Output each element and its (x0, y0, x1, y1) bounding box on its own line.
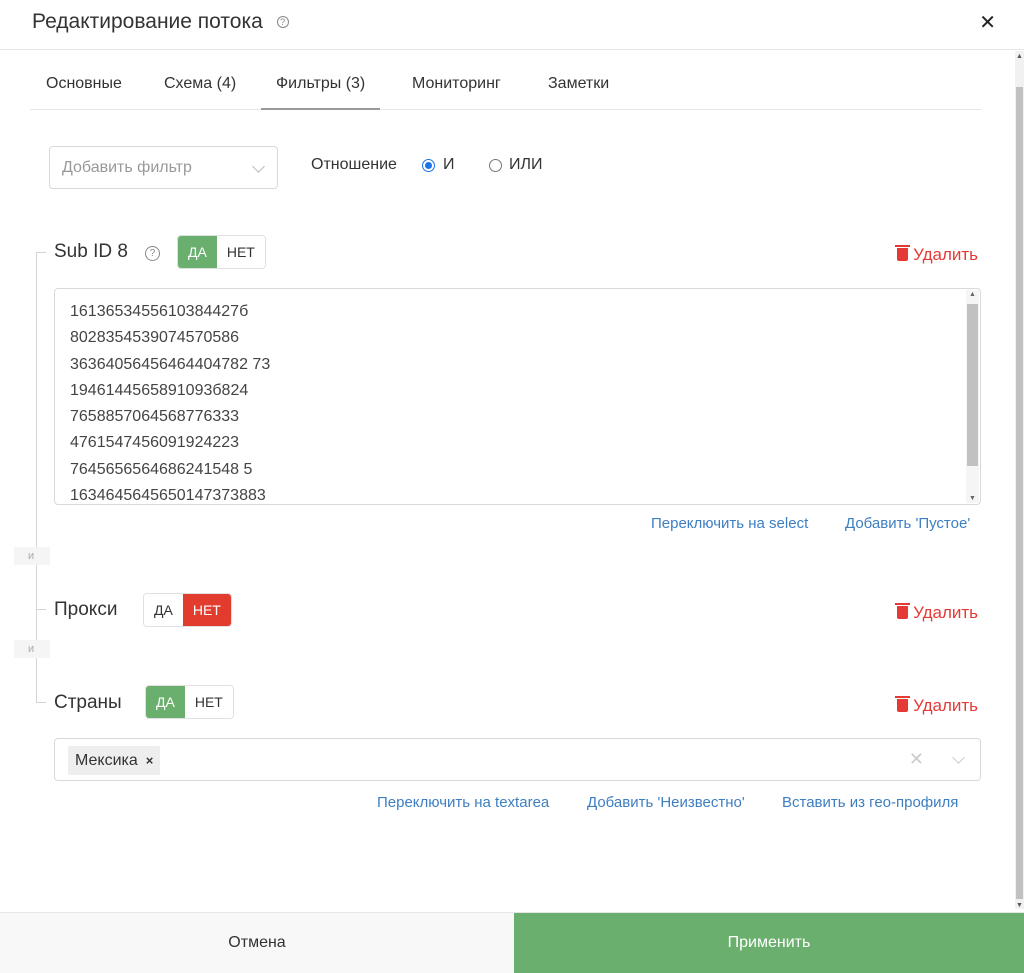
subid8-value: 7645656564686241548 5 (70, 460, 253, 478)
tab-scheme[interactable]: Схема (4) (149, 62, 251, 110)
tab-monitoring[interactable]: Мониторинг (397, 62, 516, 110)
subid8-value: 1613653455610384427б (70, 303, 249, 320)
and-connector-label: и (14, 547, 50, 565)
page-scrollbar-thumb[interactable] (1016, 87, 1023, 899)
modal-title-text: Редактирование потока (32, 10, 263, 33)
subid8-no-button[interactable]: НЕТ (216, 236, 265, 268)
countries-delete-button[interactable]: Удалить (895, 696, 978, 716)
relation-radio-and-label[interactable]: И (443, 156, 455, 174)
tab-bar: Основные Схема (4) Фильтры (3) Мониторин… (30, 62, 981, 110)
apply-button[interactable]: Применить (514, 913, 1024, 973)
subid8-values-textarea[interactable]: 1613653455610384427б 8028354539074570586… (54, 288, 981, 505)
cancel-button[interactable]: Отмена (0, 913, 514, 973)
modal-footer: Отмена Применить (0, 912, 1024, 973)
modal-title: Редактирование потока ? (32, 10, 289, 34)
subid8-value: 1634645645650147373883 (70, 487, 266, 505)
tab-filters[interactable]: Фильтры (3) (261, 62, 381, 110)
proxy-yes-button[interactable]: ДА (144, 594, 183, 626)
trash-icon (895, 603, 911, 619)
textarea-scrollbar[interactable]: ▲ ▼ (966, 290, 979, 503)
tab-notes[interactable]: Заметки (533, 62, 624, 110)
proxy-no-button[interactable]: НЕТ (182, 594, 231, 626)
subid8-value: 36364056456464404782 73 (70, 355, 271, 373)
modal-header: Редактирование потока ? ✕ (0, 0, 1024, 50)
country-chip-label: Мексика (75, 752, 138, 769)
relation-radio-or[interactable] (489, 159, 502, 172)
country-chip: Мексика × (68, 746, 161, 775)
relation-label: Отношение (311, 156, 397, 173)
switch-to-textarea-link[interactable]: Переключить на textarea (377, 794, 549, 811)
relation-radio-and[interactable] (422, 159, 435, 172)
add-filter-select[interactable]: Добавить фильтр (49, 146, 278, 189)
subid8-value: 8028354539074570586 (70, 329, 240, 347)
countries-yes-button[interactable]: ДА (146, 686, 185, 718)
filter-branch-line (36, 609, 46, 610)
chip-remove-icon[interactable]: × (146, 753, 154, 768)
proxy-delete-button[interactable]: Удалить (895, 603, 978, 623)
subid8-value: 1946144565891093б824 (70, 381, 249, 399)
scroll-down-arrow-icon[interactable]: ▼ (969, 495, 976, 502)
chevron-down-icon (252, 160, 265, 173)
switch-to-select-link[interactable]: Переключить на select (651, 515, 808, 532)
filter-title-subid8: Sub ID 8 (54, 241, 128, 262)
help-icon[interactable]: ? (276, 16, 289, 28)
trash-icon (895, 245, 911, 261)
filter-branch-line (36, 252, 46, 253)
trash-icon (895, 696, 911, 712)
filter-title-countries: Страны (54, 692, 122, 713)
countries-yes-no-toggle: ДА НЕТ (145, 685, 234, 719)
countries-multiselect[interactable]: Мексика × ✕ (54, 738, 981, 781)
proxy-yes-no-toggle: ДА НЕТ (143, 593, 232, 627)
add-unknown-link[interactable]: Добавить 'Неизвестно' (587, 794, 745, 811)
and-connector-label: и (14, 640, 50, 658)
scroll-up-arrow-icon[interactable]: ▲ (1016, 53, 1023, 60)
page-scrollbar[interactable]: ▲ ▼ (1015, 51, 1024, 909)
tab-basic[interactable]: Основные (31, 62, 137, 110)
textarea-scrollbar-thumb[interactable] (967, 304, 978, 466)
help-icon[interactable]: ? (145, 246, 160, 261)
add-filter-placeholder: Добавить фильтр (62, 159, 192, 176)
subid8-delete-button[interactable]: Удалить (895, 245, 978, 265)
close-icon[interactable]: ✕ (979, 10, 996, 35)
scroll-down-arrow-icon[interactable]: ▼ (1016, 902, 1023, 909)
delete-label: Удалить (913, 696, 978, 715)
delete-label: Удалить (913, 245, 978, 264)
add-empty-link[interactable]: Добавить 'Пустое' (845, 515, 970, 532)
filter-title-proxy: Прокси (54, 599, 118, 620)
filter-tree-line (36, 252, 37, 702)
insert-from-geo-profile-link[interactable]: Вставить из гео-профиля (782, 794, 958, 811)
filter-branch-line (36, 702, 46, 703)
countries-no-button[interactable]: НЕТ (184, 686, 233, 718)
clear-icon[interactable]: ✕ (909, 749, 924, 770)
chevron-down-icon[interactable] (952, 751, 965, 764)
delete-label: Удалить (913, 603, 978, 622)
relation-radio-or-label[interactable]: ИЛИ (509, 156, 543, 174)
subid8-value: 7658857064568776333 (70, 408, 240, 426)
scroll-up-arrow-icon[interactable]: ▲ (969, 291, 976, 298)
subid8-yes-no-toggle: ДА НЕТ (177, 235, 266, 269)
subid8-values-list: 1613653455610384427б 8028354539074570586… (70, 299, 271, 505)
subid8-yes-button[interactable]: ДА (178, 236, 217, 268)
subid8-value: 4761547456091924223 (70, 434, 240, 452)
